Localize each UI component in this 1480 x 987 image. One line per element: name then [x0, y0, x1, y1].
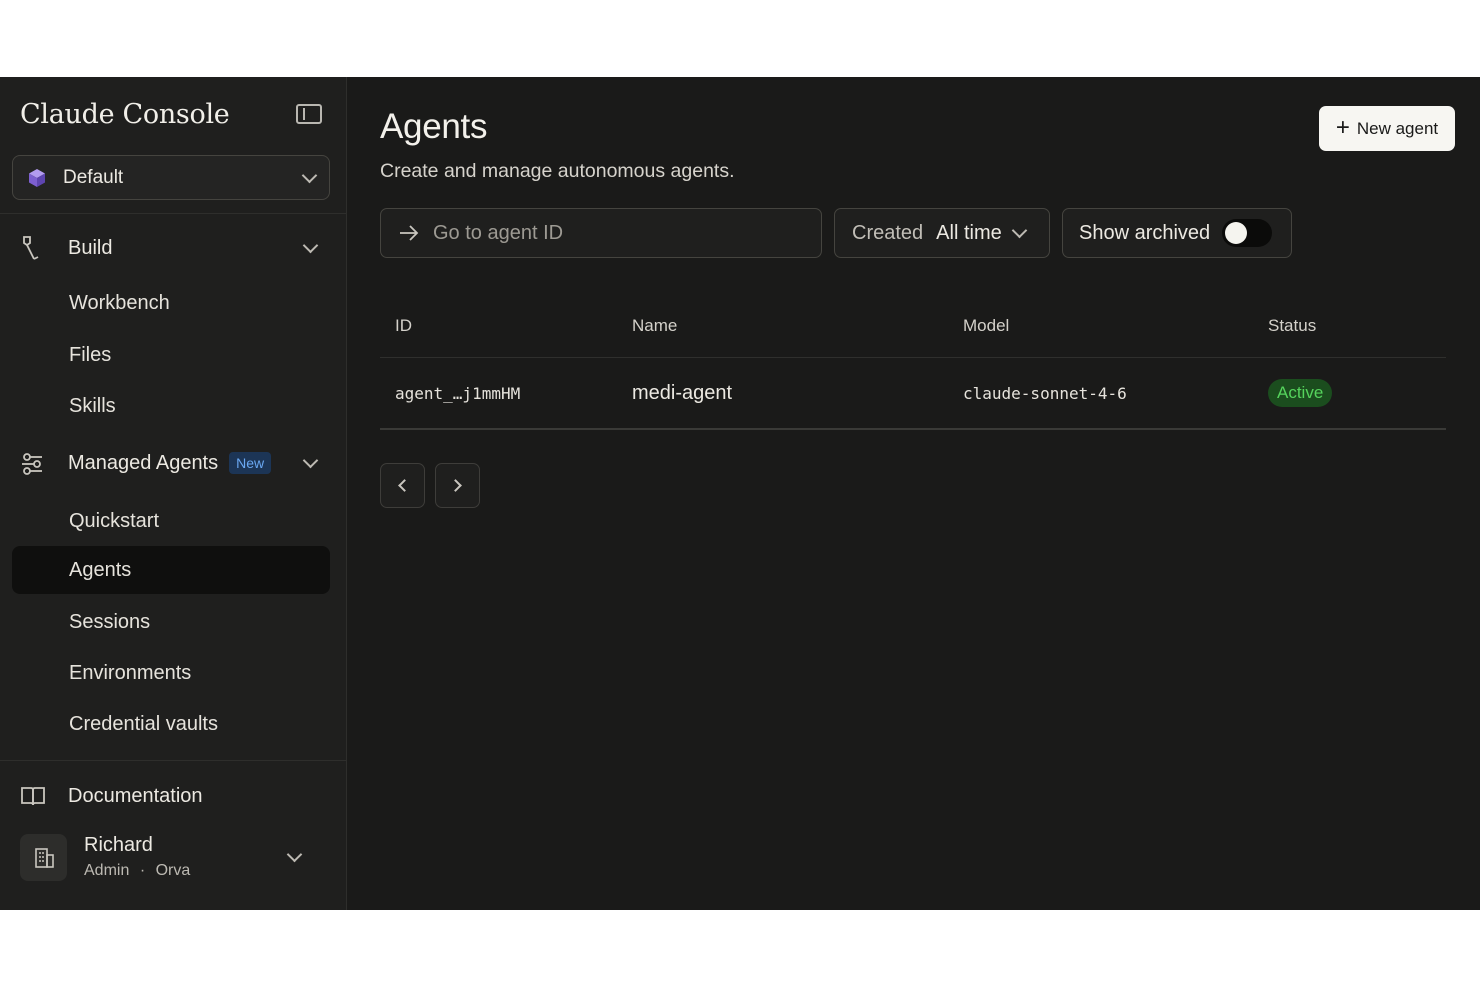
nav-group-build[interactable]: Build — [20, 230, 330, 266]
user-org: Orva — [155, 862, 191, 879]
agent-model-cell: claude-sonnet-4-6 — [963, 383, 1127, 403]
main-content: Agents Create and manage autonomous agen… — [347, 77, 1480, 910]
sidebar-item-documentation[interactable]: Documentation — [20, 778, 330, 814]
user-name: Richard — [84, 834, 153, 856]
sidebar-item-workbench[interactable]: Workbench — [12, 279, 330, 327]
divider — [0, 213, 346, 214]
sidebar-item-environments[interactable]: Environments — [12, 649, 330, 697]
agents-table: ID Name Model Status agent_…j1mmHM medi-… — [380, 295, 1446, 430]
nav-label: Documentation — [68, 784, 203, 807]
column-header-name: Name — [632, 316, 678, 335]
search-input[interactable] — [433, 221, 813, 245]
chevron-down-icon — [1011, 222, 1028, 239]
chevron-down-icon — [301, 167, 318, 183]
nav-group-managed-agents[interactable]: Managed Agents New — [20, 445, 330, 481]
filter-value: All time — [936, 221, 1002, 244]
user-role-org: Admin · Orva — [84, 862, 190, 880]
nav-group-label: Build — [68, 236, 113, 259]
sliders-icon — [22, 453, 42, 475]
user-role: Admin — [84, 862, 130, 879]
app-window: Claude Console Default Build Workbench F… — [0, 77, 1480, 910]
table-header: ID Name Model Status — [380, 295, 1446, 358]
sidebar: Claude Console Default Build Workbench F… — [0, 77, 347, 910]
chevron-down-icon — [302, 452, 319, 469]
build-tool-icon — [23, 236, 39, 260]
book-icon — [21, 787, 45, 806]
show-archived-toggle[interactable] — [1222, 219, 1273, 247]
agent-id-search[interactable] — [380, 208, 822, 258]
created-filter-dropdown[interactable]: Created All time — [834, 208, 1050, 258]
plus-icon: + — [1335, 113, 1350, 141]
show-archived-label: Show archived — [1079, 221, 1211, 244]
page-subtitle: Create and manage autonomous agents. — [380, 160, 735, 182]
workspace-selector[interactable]: Default — [12, 155, 330, 200]
sidebar-toggle-icon[interactable] — [296, 104, 322, 124]
brand-row: Claude Console — [20, 97, 330, 131]
building-icon — [34, 848, 54, 868]
chevron-down-icon — [302, 237, 319, 254]
agent-name-cell: medi-agent — [632, 381, 733, 404]
column-header-status: Status — [1268, 316, 1317, 335]
workspace-label: Default — [63, 166, 124, 188]
sidebar-item-agents[interactable]: Agents — [12, 546, 330, 594]
new-agent-label: New agent — [1356, 118, 1439, 138]
agent-status-cell: Active — [1268, 379, 1446, 407]
column-header-id: ID — [395, 316, 412, 335]
previous-page-button[interactable] — [380, 463, 425, 508]
chevron-left-icon — [398, 479, 411, 492]
sidebar-item-files[interactable]: Files — [12, 331, 330, 379]
sidebar-item-quickstart[interactable]: Quickstart — [12, 497, 330, 545]
agent-id-cell: agent_…j1mmHM — [395, 383, 521, 403]
brand-logo: Claude Console — [20, 98, 230, 130]
sidebar-item-credential-vaults[interactable]: Credential vaults — [12, 700, 330, 748]
chevron-right-icon — [449, 479, 462, 492]
divider — [0, 760, 346, 761]
new-badge: New — [229, 452, 272, 474]
sidebar-item-sessions[interactable]: Sessions — [12, 598, 330, 646]
nav-group-label: Managed Agents — [68, 451, 219, 474]
new-agent-button[interactable]: + New agent — [1319, 106, 1455, 151]
filter-label: Created — [852, 221, 924, 244]
separator-dot: · — [139, 862, 146, 879]
next-page-button[interactable] — [435, 463, 480, 508]
avatar — [20, 833, 67, 881]
sidebar-item-skills[interactable]: Skills — [12, 382, 330, 430]
table-row[interactable]: agent_…j1mmHM medi-agent claude-sonnet-4… — [380, 358, 1446, 430]
toggle-knob — [1225, 222, 1248, 244]
show-archived-control: Show archived — [1062, 208, 1292, 258]
chevron-down-icon — [286, 846, 303, 863]
user-menu[interactable]: Richard Admin · Orva — [20, 833, 310, 881]
page-title: Agents — [380, 107, 488, 146]
column-header-model: Model — [963, 316, 1010, 335]
arrow-right-icon — [400, 225, 419, 241]
cube-icon — [29, 168, 45, 187]
status-badge: Active — [1268, 379, 1333, 407]
